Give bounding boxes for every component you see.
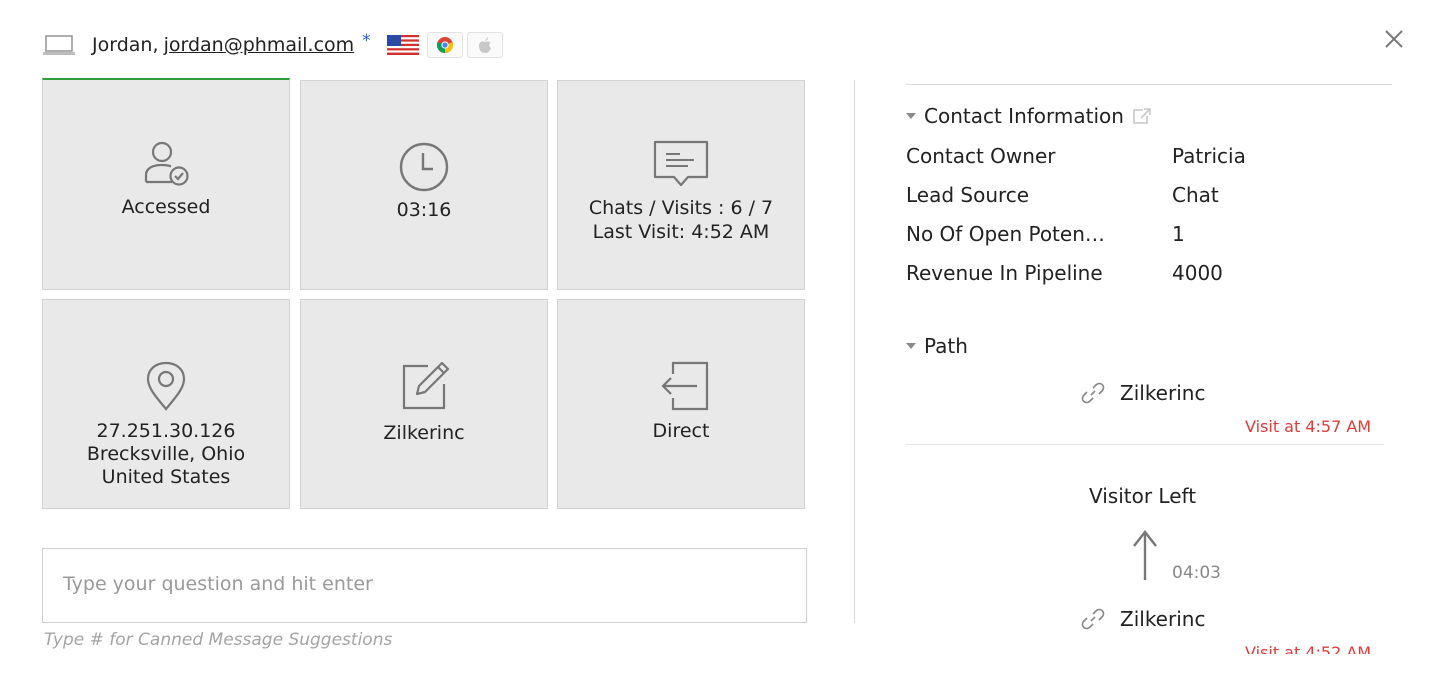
visit-time: Visit at 4:57 AM [1245, 417, 1372, 436]
link-icon [1081, 382, 1105, 404]
contact-key: No Of Open Poten… [906, 222, 1105, 246]
collapse-triangle-icon [906, 343, 916, 349]
contact-row: Contact Owner Patricia [906, 144, 1396, 168]
contact-value: 1 [1172, 222, 1185, 246]
canned-message-hint: Type # for Canned Message Suggestions [44, 630, 393, 650]
tile-duration: 03:16 [300, 80, 548, 290]
contact-row: No Of Open Poten… 1 [906, 222, 1396, 246]
visit-time: Visit at 4:52 AM [1245, 643, 1372, 654]
close-icon[interactable] [1381, 26, 1407, 52]
chat-icon [652, 139, 710, 191]
tile-accessed: Accessed [42, 78, 290, 290]
tile-referrer: Zilkerinc [300, 299, 548, 509]
contact-value: Chat [1172, 183, 1219, 207]
contact-row: Revenue In Pipeline 4000 [906, 261, 1396, 285]
question-input[interactable]: Type your question and hit enter [42, 548, 807, 623]
top-divider [906, 84, 1392, 85]
tile-duration-label: 03:16 [396, 199, 452, 221]
contact-value: Patricia [1172, 144, 1246, 168]
tile-chats-visits: Chats / Visits : 6 / 7 Last Visit: 4:52 … [557, 80, 805, 290]
contact-key: Lead Source [906, 183, 1030, 207]
location-pin-icon [144, 360, 188, 412]
user-check-icon [140, 138, 192, 190]
vertical-divider [854, 80, 855, 623]
required-star: * [362, 31, 371, 51]
tile-country: United States [101, 466, 231, 488]
enter-icon [653, 360, 709, 412]
contact-value: 4000 [1172, 261, 1223, 285]
tile-source: Direct [557, 299, 805, 509]
collapse-triangle-icon [906, 113, 916, 119]
visitor-email[interactable]: jordan@phmail.com [164, 34, 355, 56]
chrome-icon [426, 32, 463, 58]
arrow-up-icon [1133, 530, 1157, 580]
time-on-page: 04:03 [1172, 563, 1221, 583]
tile-source-label: Direct [652, 420, 710, 442]
tile-location: 27.251.30.126 Brecksville, Ohio United S… [42, 299, 290, 509]
path-title: Path [924, 334, 968, 358]
us-flag-icon [386, 35, 419, 55]
contact-key: Revenue In Pipeline [906, 261, 1103, 285]
link-icon [1081, 608, 1105, 630]
path-header[interactable]: Path [906, 334, 968, 358]
path-page-label: Zilkerinc [1120, 607, 1206, 631]
tile-city: Brecksville, Ohio [86, 443, 246, 465]
contact-info-title: Contact Information [924, 104, 1124, 128]
path-page-label: Zilkerinc [1120, 381, 1206, 405]
tile-chats-line1: Chats / Visits : 6 / 7 [588, 197, 774, 219]
tile-last-visit: Last Visit: 4:52 AM [592, 221, 770, 243]
edit-icon [398, 360, 450, 412]
contact-info-header[interactable]: Contact Information [906, 104, 1152, 128]
laptop-icon [43, 35, 75, 55]
visitor-header: Jordan, jordan@phmail.com * [42, 30, 507, 60]
tile-ip: 27.251.30.126 [96, 420, 236, 442]
path-separator [906, 444, 1384, 445]
external-link-icon[interactable] [1132, 107, 1152, 125]
visitor-left-label: Visitor Left [1089, 484, 1197, 508]
visit-time-clipped: Visit at 4:52 AM [906, 640, 1396, 654]
apple-icon [466, 32, 503, 58]
tile-referrer-label: Zilkerinc [383, 422, 465, 444]
path-page-item[interactable]: Zilkerinc [1080, 606, 1205, 632]
clock-icon [398, 141, 450, 193]
contact-row: Lead Source Chat [906, 183, 1396, 207]
path-page-item[interactable]: Zilkerinc [1080, 380, 1205, 406]
visitor-name: Jordan, [92, 34, 159, 56]
contact-key: Contact Owner [906, 144, 1056, 168]
tile-accessed-label: Accessed [121, 196, 211, 218]
